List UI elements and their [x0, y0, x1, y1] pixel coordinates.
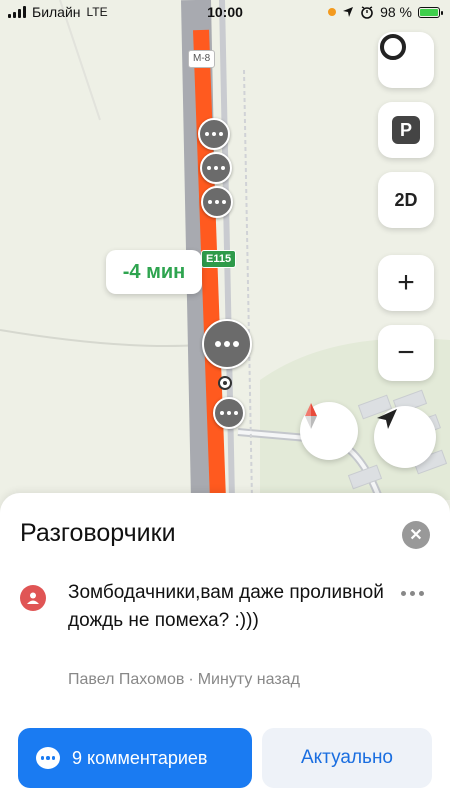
recording-dot-icon — [328, 8, 337, 16]
my-location-button[interactable] — [374, 406, 436, 468]
more-dot-icon — [419, 591, 424, 596]
comments-button[interactable]: 9 комментариев — [18, 728, 252, 788]
talks-bottom-sheet: Разговорчики ✕ Зомбодачники,вам даже про… — [0, 493, 450, 800]
parking-icon: P — [392, 116, 420, 144]
user-icon — [27, 592, 39, 604]
message-meta: Павел Пахомов · Минуту назад — [68, 671, 300, 689]
zoom-in-button[interactable]: + — [378, 255, 434, 311]
location-arrow-icon — [343, 7, 354, 17]
chat-bubble-icon — [36, 747, 60, 769]
message-text: Зомбодачники,вам даже проливной дождь не… — [68, 582, 384, 631]
map-chat-bubble-icon[interactable] — [200, 152, 232, 184]
compass-icon — [305, 403, 317, 429]
avatar — [20, 585, 46, 611]
message-time: Минуту назад — [197, 671, 300, 688]
close-icon: ✕ — [409, 527, 423, 544]
meta-separator: · — [188, 671, 194, 688]
alice-ring-icon — [380, 34, 406, 60]
comments-button-label: 9 комментариев — [72, 748, 208, 768]
actual-button[interactable]: Актуально — [262, 728, 432, 788]
zoom-out-button[interactable]: − — [378, 325, 434, 381]
status-bar: Билайн LTE 10:00 98 % — [0, 0, 450, 24]
map-chat-bubble-icon[interactable] — [201, 186, 233, 218]
road-sign-e115: E115 — [201, 250, 237, 268]
sheet-title: Разговорчики — [20, 519, 176, 547]
close-button[interactable]: ✕ — [402, 521, 430, 549]
battery-icon — [418, 6, 443, 18]
alarm-clock-icon — [361, 6, 373, 19]
parking-button[interactable]: P — [378, 102, 434, 158]
battery-percent: 98 % — [380, 4, 412, 20]
map-chat-bubble-selected-icon[interactable] — [202, 319, 252, 369]
map-view[interactable]: M-8 E115 -4 мин P 2D + − — [0, 0, 450, 500]
author-name[interactable]: Павел Пахомов — [68, 671, 184, 688]
road-sign-m8: M-8 — [188, 50, 216, 68]
eta-alternative-label[interactable]: -4 мин — [106, 250, 202, 294]
compass-button[interactable] — [300, 402, 358, 460]
more-dot-icon — [410, 591, 415, 596]
alice-button[interactable] — [378, 32, 434, 88]
view-mode-2d-button[interactable]: 2D — [378, 172, 434, 228]
navigation-arrow-icon — [377, 409, 397, 429]
more-options-button[interactable] — [397, 587, 428, 600]
map-chat-bubble-icon[interactable] — [213, 397, 245, 429]
map-chat-bubble-icon[interactable] — [198, 118, 230, 150]
more-dot-icon — [401, 591, 406, 596]
